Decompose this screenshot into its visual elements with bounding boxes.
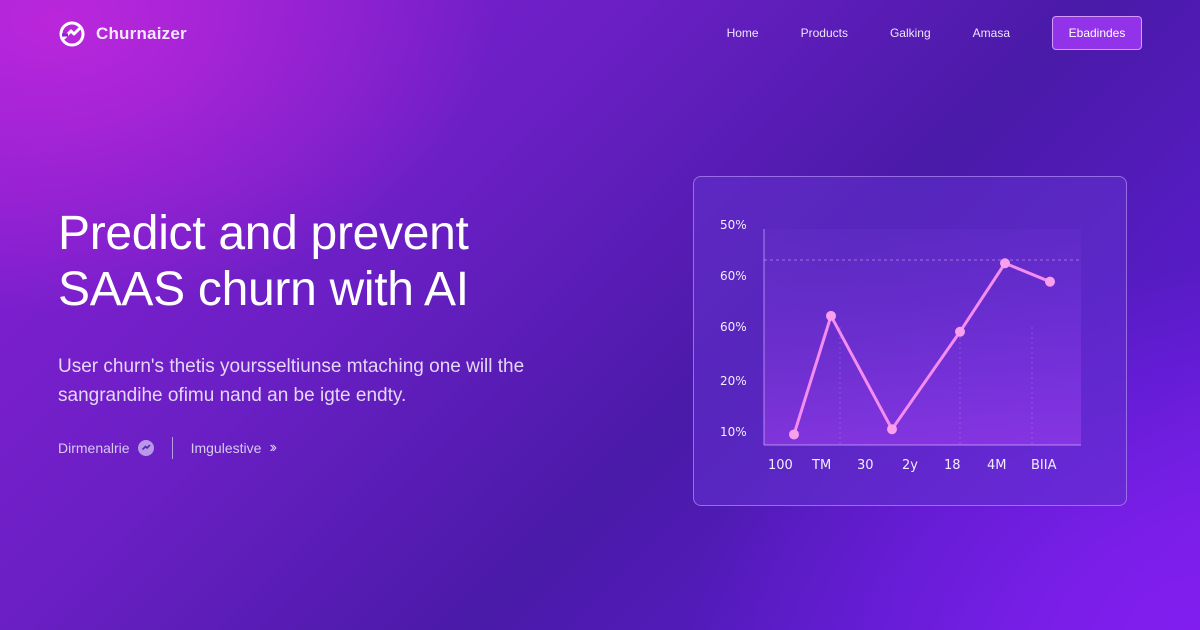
nav-link-amasa[interactable]: Amasa: [973, 26, 1010, 40]
nav-link-home[interactable]: Home: [727, 26, 759, 40]
actions-divider: [171, 437, 173, 459]
plot-area: [764, 229, 1081, 445]
primary-action-link[interactable]: Dirmenalrie: [58, 440, 154, 456]
churn-line-chart: 50% 60% 60% 20% 10% 100 TM 30 2y 18 4M BIIA: [720, 218, 1081, 473]
nav-link-galking[interactable]: Galking: [890, 26, 931, 40]
double-chevron-right-icon: ››: [269, 439, 276, 456]
x-tick-label: 4M: [987, 458, 1007, 473]
x-tick-label: 100: [768, 458, 793, 473]
data-point: [887, 424, 897, 435]
data-point: [955, 326, 965, 337]
data-point: [1000, 258, 1010, 269]
secondary-action-label: Imgulestive: [190, 440, 262, 456]
hero-title-line-1: Predict and prevent: [58, 207, 469, 260]
y-tick-label: 10%: [720, 425, 747, 439]
x-tick-label: 2y: [902, 458, 918, 473]
brand-name: Churnaizer: [96, 24, 187, 43]
y-tick-label: 60%: [720, 269, 747, 283]
hero-description: User churn's thetis yoursseltiunse mtach…: [58, 352, 578, 410]
x-tick-label: 30: [857, 458, 874, 473]
primary-action-label: Dirmenalrie: [58, 440, 130, 456]
churn-chart-card: 50% 60% 60% 20% 10% 100 TM 30 2y 18 4M BIIA: [693, 176, 1127, 506]
x-tick-label: TM: [811, 458, 831, 473]
data-point: [1045, 276, 1055, 287]
data-point: [789, 429, 799, 440]
hero-actions: Dirmenalrie Imgulestive ››: [58, 436, 277, 460]
secondary-action-link[interactable]: Imgulestive ››: [190, 439, 277, 457]
hero-title-line-2: SAAS churn with AI: [58, 263, 469, 316]
y-tick-label: 50%: [720, 218, 747, 232]
nav-link-products[interactable]: Products: [801, 26, 848, 40]
hero-description-line-2: sangrandihe ofimu nand an be igte endty.: [58, 385, 407, 406]
top-navigation: Home Products Galking Amasa Ebadindes: [727, 16, 1142, 50]
x-tick-label: 18: [944, 458, 961, 473]
x-tick-label: BIIA: [1031, 458, 1057, 473]
circle-logo-icon: [137, 440, 154, 456]
churnaizer-logo-icon: [59, 21, 85, 47]
hero-title: Predict and prevent SAAS churn with AI: [58, 206, 469, 318]
nav-cta-button[interactable]: Ebadindes: [1052, 16, 1142, 50]
y-tick-label: 60%: [720, 320, 747, 334]
data-point: [826, 310, 836, 321]
hero-description-line-1: User churn's thetis yoursseltiunse mtach…: [58, 356, 525, 377]
brand-logo[interactable]: Churnaizer: [58, 20, 187, 48]
y-tick-label: 20%: [720, 374, 747, 388]
